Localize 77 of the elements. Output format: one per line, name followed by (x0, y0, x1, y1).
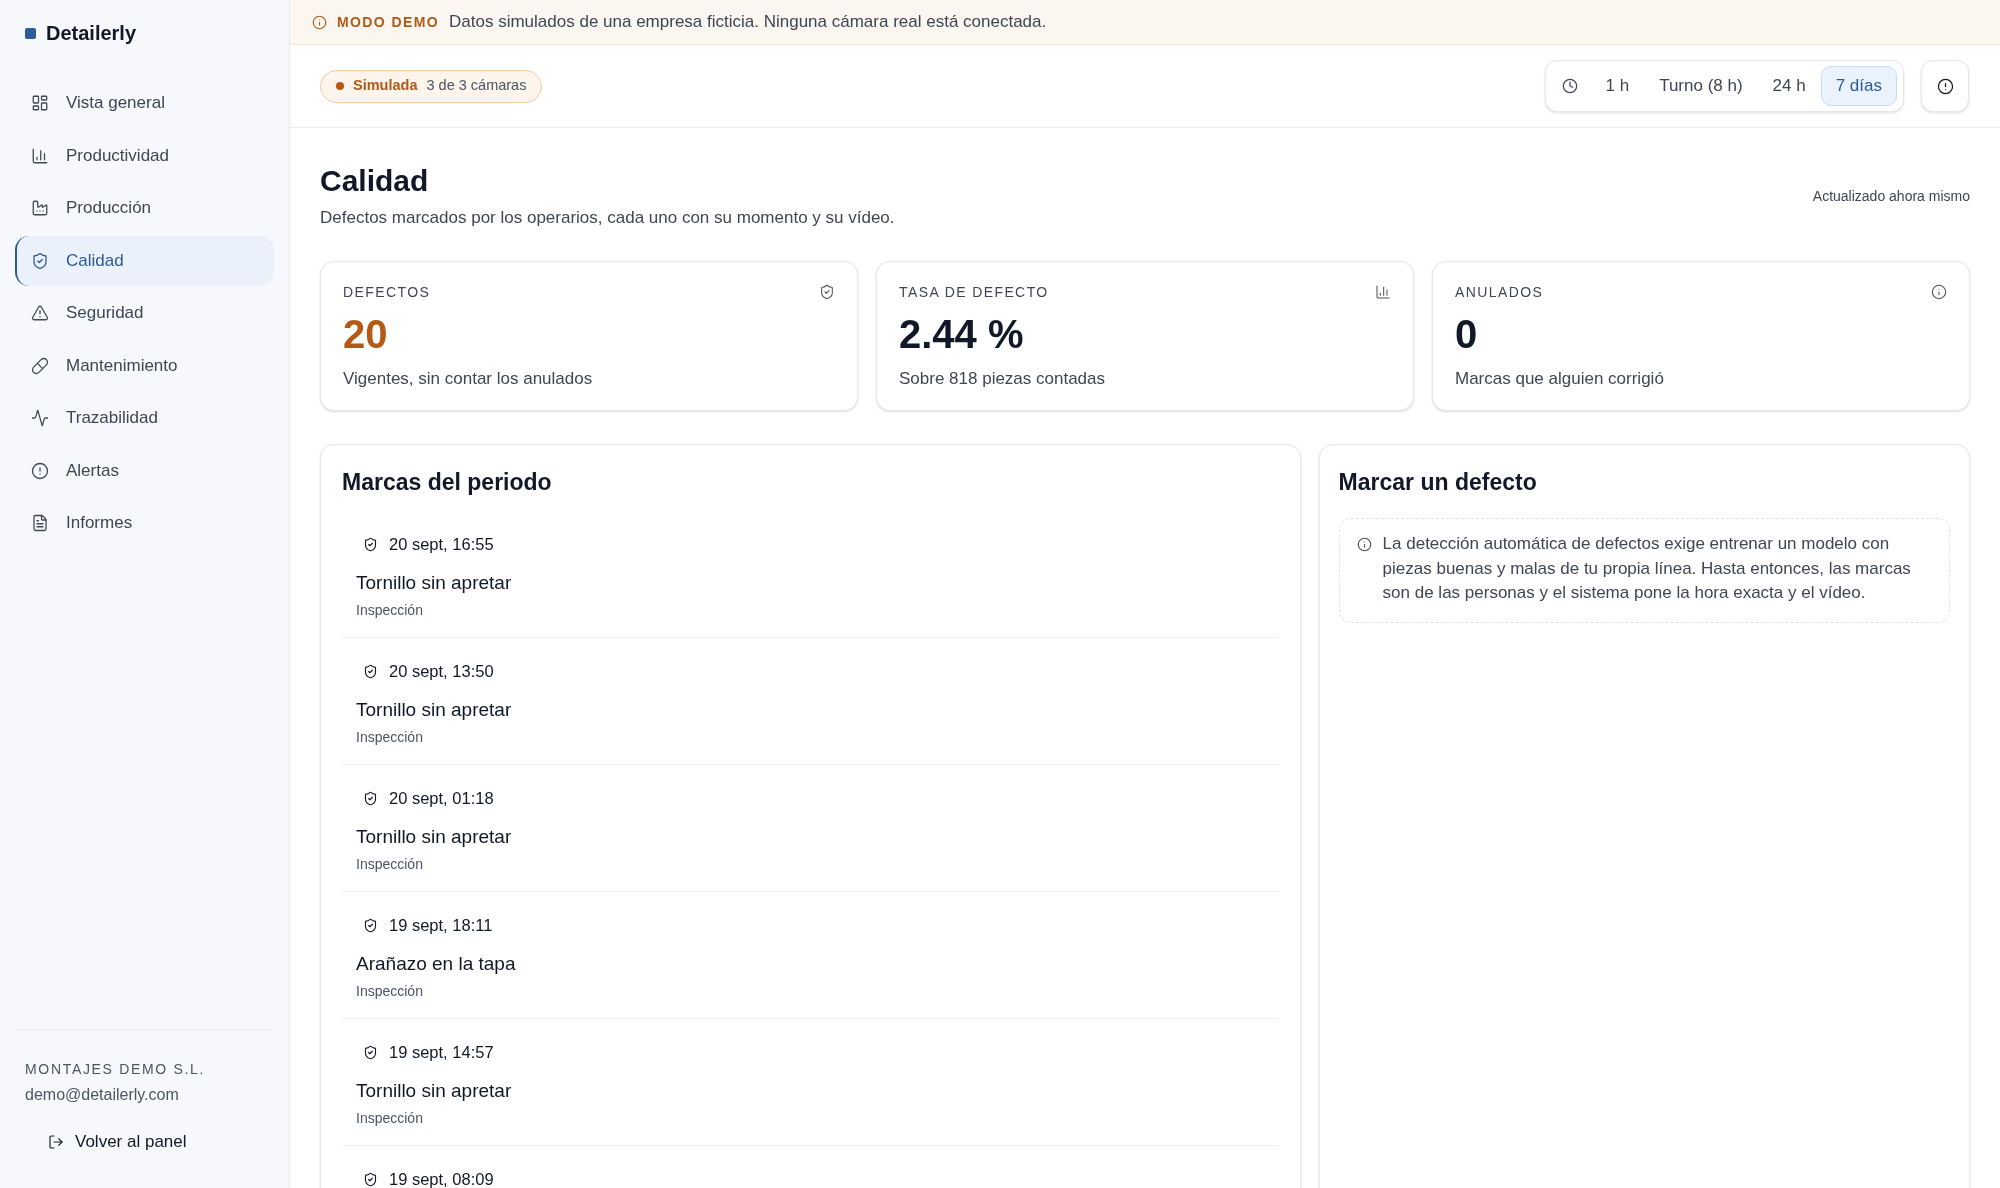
time-range-tab[interactable]: 24 h (1757, 66, 1821, 106)
document-icon (31, 514, 49, 532)
updated-status: Actualizado ahora mismo (1812, 187, 1970, 206)
capsule-icon (31, 356, 49, 375)
shield-check-icon (363, 536, 378, 552)
sidebar-item[interactable]: Producción (15, 183, 274, 233)
clock-icon (1562, 78, 1579, 94)
sidebar-item[interactable]: Calidad (15, 235, 274, 286)
defect-name: Tornillo sin apretar (355, 571, 513, 595)
alert-circle-icon (31, 461, 49, 480)
brand-name: Detailerly (46, 21, 137, 46)
kpi-value: 2.44 % (899, 312, 1024, 356)
back-to-panel-link[interactable]: Volver al panel (38, 1122, 197, 1162)
company-name: MONTAJES DEMO S.L. (25, 1060, 207, 1078)
kpi-description: Vigentes, sin contar los anulados (343, 368, 594, 390)
defect-name: Tornillo sin apretar (355, 825, 513, 849)
kpi-label: DEFECTOS (343, 283, 431, 301)
mark-time: 20 sept, 01:18 (389, 788, 494, 808)
defect-name: Tornillo sin apretar (355, 698, 513, 722)
mark-source: Inspección (355, 855, 424, 873)
page-subtitle: Defectos marcados por los operarios, cada uno con su momento y su vídeo. (320, 207, 895, 229)
sidebar-item[interactable]: Informes (15, 498, 274, 548)
panel-title: Marcas del periodo (342, 468, 553, 497)
mark-time: 19 sept, 08:09 (389, 1169, 494, 1188)
camera-count: 3 de 3 cámaras (426, 76, 527, 96)
shield-check-icon (31, 251, 49, 270)
bar-chart-icon (1375, 284, 1391, 300)
factory-icon (31, 199, 49, 217)
mark-time: 20 sept, 13:50 (389, 661, 494, 681)
defect-name: Arañazo en la tapa (355, 952, 517, 976)
shield-check-icon (363, 1171, 378, 1187)
warning-triangle-icon (31, 304, 49, 322)
kpi-value: 20 (343, 312, 388, 356)
account-email: demo@detailerly.com (25, 1085, 180, 1105)
mark-time: 19 sept, 14:57 (389, 1042, 494, 1062)
shield-check-icon (363, 1044, 378, 1060)
pulse-icon (31, 409, 49, 427)
panel-title: Marcar un defecto (1338, 468, 1538, 497)
status-label: Simulada (353, 76, 418, 96)
info-icon (1356, 537, 1372, 552)
sidebar-item[interactable]: Seguridad (15, 288, 274, 338)
page-title: Calidad (320, 163, 430, 199)
info-icon (1931, 284, 1947, 300)
mark-time: 20 sept, 16:55 (389, 534, 494, 554)
kpi-description: Sobre 818 piezas contadas (899, 368, 1107, 390)
sidebar-item[interactable]: Productividad (15, 130, 274, 181)
demo-message: Datos simulados de una empresa ficticia. Ninguna cámara real está conectada. (449, 11, 1047, 34)
alert-button[interactable] (1921, 60, 1969, 112)
sidebar-item[interactable]: Vista general (15, 78, 274, 128)
time-range-tab[interactable]: 1 h (1590, 66, 1645, 106)
alert-circle-icon (1936, 77, 1954, 95)
shield-check-icon (363, 917, 378, 933)
mark-time: 19 sept, 18:11 (389, 915, 493, 935)
time-range-tab[interactable]: 7 días (1820, 66, 1897, 106)
mark-source: Inspección (355, 728, 424, 746)
sidebar-item[interactable]: Alertas (15, 445, 274, 496)
mark-source: Inspección (355, 982, 424, 1000)
demo-mode-label: MODO DEMO (337, 12, 440, 32)
kpi-value: 0 (1455, 312, 1478, 356)
kpi-description: Marcas que alguien corrigió (1455, 368, 1665, 390)
shield-check-icon (819, 284, 835, 300)
kpi-label: ANULADOS (1455, 283, 1544, 301)
dashboard-icon (31, 94, 49, 112)
bar-chart-icon (31, 146, 49, 165)
mark-source: Inspección (355, 601, 424, 619)
info-icon (312, 14, 327, 30)
notice-text: La detección automática de defectos exige entrenar un modelo con piezas buenas y malas de tu propia línea. Hasta entonces, las marcas son de las personas y el sistema pone la hora exacta y el vídeo. (1382, 533, 1912, 604)
defect-name: Tornillo sin apretar (355, 1079, 513, 1103)
mark-source: Inspección (355, 1109, 424, 1127)
kpi-label: TASA DE DEFECTO (899, 283, 1049, 301)
sidebar-item[interactable]: Trazabilidad (15, 393, 274, 443)
shield-check-icon (363, 663, 378, 679)
time-range-tab[interactable]: Turno (8 h) (1644, 66, 1758, 106)
logo-icon (25, 27, 36, 39)
logout-icon (48, 1134, 64, 1150)
shield-check-icon (363, 790, 378, 806)
sidebar-item[interactable]: Mantenimiento (15, 340, 274, 391)
